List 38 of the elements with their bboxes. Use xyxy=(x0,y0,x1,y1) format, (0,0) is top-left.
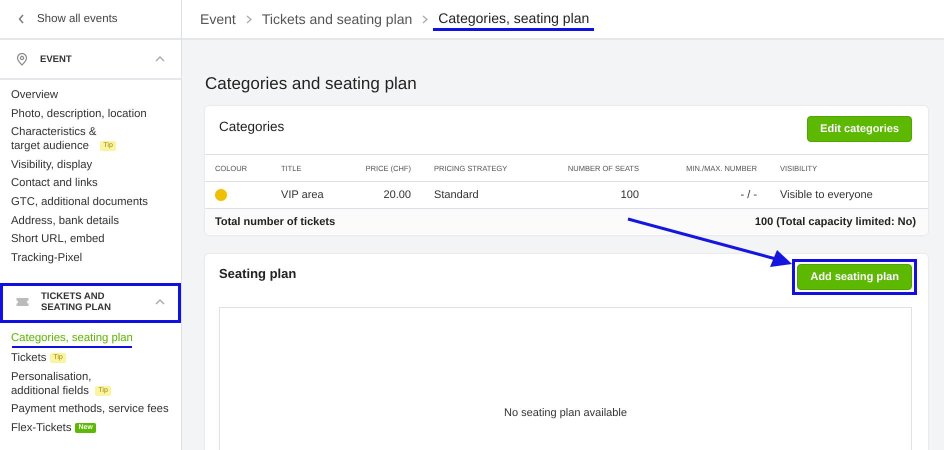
nav-link[interactable]: Tickets xyxy=(11,350,46,365)
section-header[interactable]: EVENT xyxy=(0,40,181,80)
breadcrumb-link[interactable]: Event xyxy=(200,11,236,27)
nav-link[interactable]: Address, bank details xyxy=(11,214,120,228)
chevron-icon xyxy=(155,56,165,62)
nav-link[interactable]: Characteristics & target audience xyxy=(11,125,96,154)
total-label: Total number of tickets xyxy=(215,216,336,228)
section-header[interactable]: TICKETS AND SEATING PLAN xyxy=(0,283,181,324)
back-link[interactable]: Show all events xyxy=(0,0,181,40)
chevron-icon xyxy=(155,299,165,306)
location-pin-icon xyxy=(16,52,28,66)
nav-link[interactable]: Tracking-Pixel xyxy=(11,250,82,265)
nav-link[interactable]: Personalisation, additional fields xyxy=(11,370,92,398)
nav-link[interactable]: Photo, description, location xyxy=(11,106,147,121)
card-title: Seating plan xyxy=(219,266,296,281)
nav-link[interactable]: Flex-Tickets xyxy=(11,420,72,435)
table-cell-text: 100 xyxy=(620,189,639,201)
nav-link[interactable]: Short URL, embed xyxy=(11,232,105,246)
breadcrumb-link[interactable]: Tickets and seating plan xyxy=(262,11,412,27)
nav-link[interactable]: Contact and links xyxy=(11,176,98,190)
page-title: Categories and seating plan xyxy=(205,74,418,94)
chevron-right-icon xyxy=(246,14,252,24)
nav-link[interactable]: Overview xyxy=(11,88,58,102)
ticket-icon xyxy=(16,297,29,308)
table-cell-text: - / - xyxy=(740,189,757,201)
card-title: Categories xyxy=(219,119,284,134)
nav-link[interactable]: GTC, additional documents xyxy=(11,194,148,209)
nav-link[interactable]: Payment methods, service fees xyxy=(11,402,169,416)
chevron-left-icon xyxy=(18,14,25,24)
table-cell-text: 20.00 xyxy=(382,189,411,201)
table-cell-text: VIP area xyxy=(280,189,325,201)
total-value: 100 (Total capacity limited: No) xyxy=(754,216,916,228)
table-cell-text: Visible to everyone xyxy=(779,189,874,201)
breadcrumb-link[interactable]: Categories, seating plan xyxy=(432,10,596,28)
nav-link[interactable]: Visibility, display xyxy=(11,158,92,172)
chevron-right-icon xyxy=(422,14,428,24)
table-cell-text: Standard xyxy=(433,189,480,201)
empty-message: No seating plan available xyxy=(504,406,627,418)
